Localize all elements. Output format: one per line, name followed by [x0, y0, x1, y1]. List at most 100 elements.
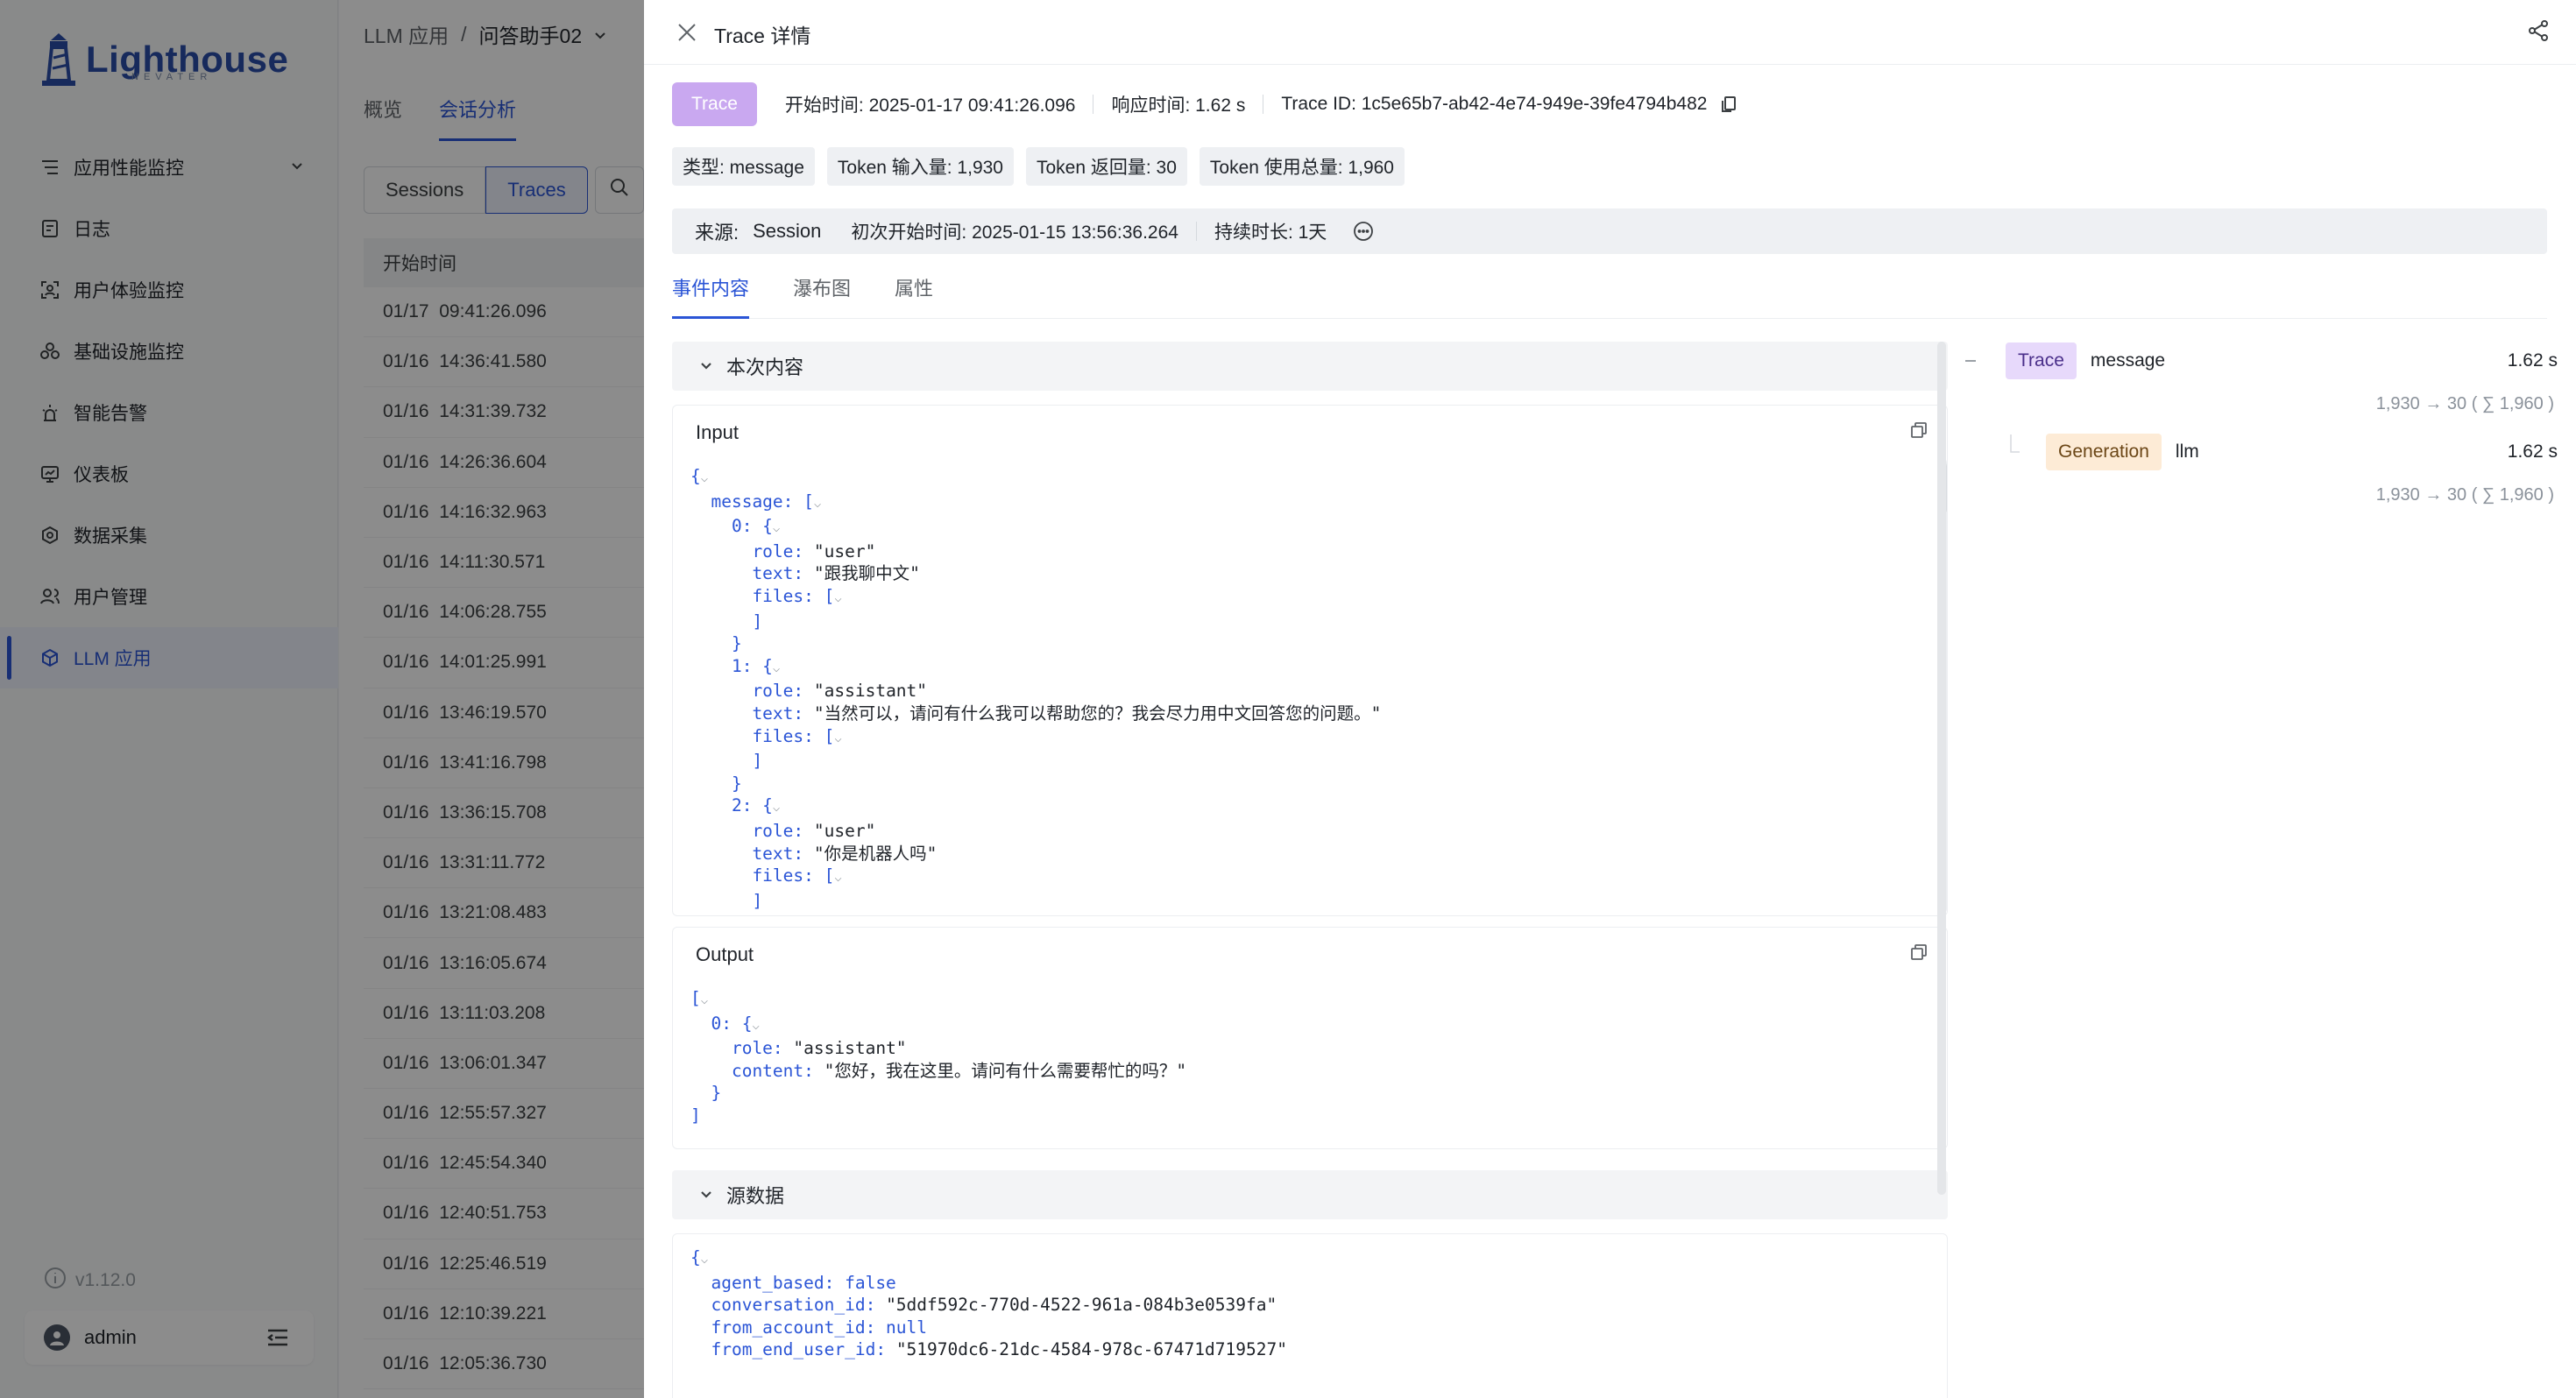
code-text: role: "assistant" — [690, 1038, 907, 1059]
code-line: agent_based: false — [690, 1272, 1287, 1295]
section-metadata[interactable]: 源数据 — [672, 1170, 1948, 1219]
code-text: ] — [690, 890, 763, 911]
response-time: 响应时间: 1.62 s — [1111, 95, 1246, 116]
code-line: from_account_id: null — [690, 1317, 1287, 1339]
source-bar: 来源: Session 初次开始时间: 2025-01-15 13:56:36.… — [672, 208, 2547, 254]
chevron-down-icon — [698, 358, 714, 374]
tab-attributes[interactable]: 属性 — [895, 272, 933, 318]
more-icon[interactable] — [1353, 221, 1374, 242]
tab-waterfall[interactable]: 瀑布图 — [793, 272, 851, 318]
drawer-header: Trace 详情 — [644, 0, 2576, 65]
metadata-json[interactable]: {⌵ agent_based: false conversation_id: "… — [690, 1246, 1287, 1361]
code-line: {⌵ — [690, 465, 1381, 491]
code-text: role: "user" — [690, 540, 876, 561]
code-text: } — [690, 633, 742, 654]
code-text: 0: { — [690, 516, 773, 537]
trace-badge: Trace — [2006, 342, 2077, 379]
trace-id: Trace ID: 1c5e65b7-ab42-4e74-949e-39fe47… — [1281, 94, 1708, 114]
tree-node-trace[interactable]: Trace message 1.62 s — [1965, 342, 2561, 380]
code-text: conversation_id: "5ddf592c-770d-4522-961… — [690, 1295, 1277, 1316]
tree-node-generation[interactable]: Generation llm 1.62 s — [1965, 433, 2561, 471]
code-line: text: "跟我聊中文" — [690, 562, 1381, 585]
code-text: role: "assistant" — [690, 681, 928, 702]
code-line: files: [⌵ — [690, 865, 1381, 890]
code-line: {⌵ — [690, 1246, 1287, 1272]
output-title: Output — [696, 943, 754, 965]
code-text: text: "当然可以，请问有什么我可以帮助您的？我会尽力用中文回答您的问题。" — [690, 703, 1382, 724]
code-text: 2: { — [690, 795, 773, 816]
fold-toggle-icon[interactable]: ⌵ — [773, 661, 780, 675]
code-line: } — [690, 1082, 1186, 1105]
code-text: 1: { — [690, 655, 773, 676]
code-line: from_end_user_id: "51970dc6-21dc-4584-97… — [690, 1338, 1287, 1361]
fold-toggle-icon[interactable]: ⌵ — [701, 993, 708, 1007]
fold-toggle-icon[interactable]: ⌵ — [752, 1019, 759, 1033]
code-line: role: "user" — [690, 540, 1381, 563]
trace-tag: Trace — [672, 82, 757, 126]
copy-icon[interactable] — [1910, 421, 1928, 444]
panel-scrollbar[interactable] — [1937, 342, 1946, 1195]
code-text: { — [690, 466, 701, 486]
fold-toggle-icon[interactable]: ⌵ — [834, 591, 841, 605]
fold-toggle-icon[interactable]: ⌵ — [834, 731, 841, 745]
code-text: [ — [690, 988, 701, 1008]
type-chip: 类型: message — [672, 147, 815, 186]
fold-toggle-icon[interactable]: ⌵ — [834, 871, 841, 885]
code-line: role: "user" — [690, 820, 1381, 843]
code-text: ] — [690, 1105, 701, 1126]
span-name: llm — [2175, 441, 2199, 462]
divider — [1195, 222, 1197, 241]
code-line: files: [⌵ — [690, 725, 1381, 751]
span-tokens: 1,930 → 30 ( ∑ 1,960 ) — [2375, 485, 2554, 505]
token-input-chip: Token 输入量: 1,930 — [826, 147, 1014, 186]
code-text: files: [ — [690, 585, 835, 606]
close-icon[interactable] — [676, 21, 698, 44]
code-line: text: "你是机器人吗" — [690, 843, 1381, 865]
token-chips: 类型: message Token 输入量: 1,930 Token 返回量: … — [672, 147, 1405, 186]
tab-event-content[interactable]: 事件内容 — [672, 272, 750, 319]
code-line: text: "当然可以，请问有什么我可以帮助您的？我会尽力用中文回答您的问题。" — [690, 703, 1381, 725]
code-text: from_account_id: null — [690, 1317, 928, 1338]
code-text: from_end_user_id: "51970dc6-21dc-4584-97… — [690, 1339, 1287, 1360]
fold-toggle-icon[interactable]: ⌵ — [701, 1253, 708, 1267]
app-window: Lighthouse NEVATER 应用性能监控 日志 用户体验监控 基础设施… — [0, 0, 2576, 1398]
code-line: 2: {⌵ — [690, 794, 1381, 820]
section-title: 源数据 — [726, 1185, 785, 1207]
span-latency: 1.62 s — [2507, 441, 2558, 462]
code-line: 0: {⌵ — [690, 1013, 1186, 1038]
code-line: } — [690, 632, 1381, 655]
first-start-time: 初次开始时间: 2025-01-15 13:56:36.264 — [851, 222, 1178, 243]
code-text: message: [ — [690, 491, 814, 512]
code-text: files: [ — [690, 865, 835, 886]
code-text: agent_based: false — [690, 1272, 896, 1293]
code-text: ] — [690, 751, 763, 772]
fold-toggle-icon[interactable]: ⌵ — [701, 471, 708, 485]
code-line: content: "您好，我在这里。请问有什么需要帮忙的吗？" — [690, 1060, 1186, 1083]
copy-icon[interactable] — [1719, 95, 1738, 114]
code-line: files: [⌵ — [690, 585, 1381, 611]
section-current-content[interactable]: 本次内容 — [672, 342, 1948, 391]
copy-icon[interactable] — [1910, 943, 1928, 966]
code-line: ] — [690, 750, 1381, 773]
scrollbar-thumb[interactable] — [1937, 342, 1946, 1195]
code-line: ] — [690, 1105, 1186, 1127]
fold-toggle-icon[interactable]: ⌵ — [814, 497, 821, 511]
token-output-chip: Token 返回量: 30 — [1025, 147, 1187, 186]
fold-toggle-icon[interactable]: ⌵ — [773, 801, 780, 815]
input-json[interactable]: {⌵ message: [⌵ 0: {⌵ role: "user" text: … — [690, 465, 1381, 915]
code-line: } — [690, 773, 1381, 795]
fold-toggle-icon[interactable]: ⌵ — [773, 521, 780, 535]
code-text: 0: { — [690, 1013, 753, 1034]
code-text: text: "跟我聊中文" — [690, 563, 920, 584]
code-line: message: [⌵ — [690, 491, 1381, 516]
share-icon[interactable] — [2527, 19, 2550, 47]
code-text: text: "你是机器人吗" — [690, 843, 938, 864]
span-latency: 1.62 s — [2507, 350, 2558, 371]
code-text: } — [690, 913, 742, 915]
output-json[interactable]: [⌵ 0: {⌵ role: "assistant" content: "您好，… — [690, 987, 1186, 1127]
generation-badge: Generation — [2046, 434, 2162, 470]
code-line: 0: {⌵ — [690, 515, 1381, 540]
code-text: role: "user" — [690, 820, 876, 841]
start-time: 开始时间: 2025-01-17 09:41:26.096 — [784, 95, 1076, 116]
code-line: [⌵ — [690, 987, 1186, 1013]
